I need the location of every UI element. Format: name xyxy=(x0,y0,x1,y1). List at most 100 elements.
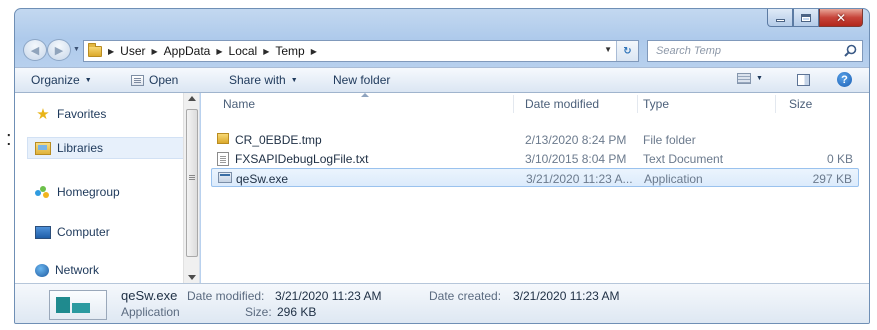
maximize-icon xyxy=(801,13,811,22)
new-folder-label: New folder xyxy=(333,73,391,87)
views-icon xyxy=(737,73,751,84)
column-header-date-modified[interactable]: Date modified xyxy=(525,97,599,111)
scrollbar-grip xyxy=(189,175,195,176)
libraries-icon xyxy=(35,141,51,155)
navigation-bar: ◀ ▶ ▼ ▶ User ▶ AppData ▶ Local ▶ Temp ▶ … xyxy=(21,37,863,63)
back-arrow-icon: ◀ xyxy=(30,44,40,57)
breadcrumb-local[interactable]: Local xyxy=(229,44,258,58)
command-bar: Organize ▼ Open Share with ▼ New folder … xyxy=(15,67,869,93)
organize-label: Organize xyxy=(31,73,80,87)
file-list: Name Date modified Type Size CR_0EBDE.tm… xyxy=(201,93,869,283)
open-label: Open xyxy=(149,73,179,87)
nav-item-label: Computer xyxy=(57,225,110,239)
share-with-button[interactable]: Share with ▼ xyxy=(229,73,298,87)
open-button[interactable]: Open xyxy=(131,73,178,87)
column-header-name[interactable]: Name xyxy=(223,97,255,111)
back-button[interactable]: ◀ xyxy=(23,39,47,61)
file-size: 297 KB xyxy=(812,172,852,186)
nav-item-computer[interactable]: Computer xyxy=(35,225,110,239)
homegroup-icon xyxy=(35,185,51,199)
file-type: File folder xyxy=(643,133,696,147)
file-size: 0 KB xyxy=(826,152,853,166)
file-row[interactable]: FXSAPIDebugLogFile.txt 3/10/2015 8:04 PM… xyxy=(211,149,859,168)
breadcrumb-separator-icon[interactable]: ▶ xyxy=(311,47,317,56)
preview-pane-icon xyxy=(797,74,810,86)
preview-pane-button[interactable] xyxy=(797,74,810,86)
nav-item-homegroup[interactable]: Homegroup xyxy=(35,185,120,199)
details-date-modified-label: Date modified: xyxy=(187,289,265,303)
file-name: qeSw.exe xyxy=(236,172,289,186)
forward-button[interactable]: ▶ xyxy=(47,39,71,61)
maximize-button[interactable] xyxy=(793,9,819,27)
file-date-modified: 3/10/2015 8:04 PM xyxy=(525,152,627,166)
search-placeholder: Search Temp xyxy=(656,45,722,57)
search-box[interactable]: Search Temp xyxy=(647,40,863,62)
file-row-selected[interactable]: qeSw.exe 3/21/2020 11:23 A... Applicatio… xyxy=(211,168,859,187)
column-divider[interactable] xyxy=(637,95,638,113)
navigation-pane: ★ Favorites Libraries Homegroup Computer… xyxy=(15,93,200,283)
column-divider[interactable] xyxy=(513,95,514,113)
minimize-button[interactable] xyxy=(767,9,793,27)
breadcrumb-user[interactable]: User xyxy=(120,44,145,58)
folder-icon xyxy=(88,42,102,57)
breadcrumb-separator-icon[interactable]: ▶ xyxy=(152,47,158,56)
organize-button[interactable]: Organize ▼ xyxy=(31,73,92,87)
caption-buttons: ✕ xyxy=(767,9,863,27)
scrollbar-thumb[interactable] xyxy=(186,109,198,257)
breadcrumb-separator-icon[interactable]: ▶ xyxy=(263,47,269,56)
nav-pane-scrollbar[interactable] xyxy=(183,93,199,283)
file-thumbnail xyxy=(49,290,107,320)
column-header-size[interactable]: Size xyxy=(789,97,812,111)
column-header-row: Name Date modified Type Size xyxy=(201,93,869,115)
column-header-type[interactable]: Type xyxy=(643,97,669,111)
help-button[interactable]: ? xyxy=(837,72,852,87)
application-icon xyxy=(218,172,232,183)
nav-item-label: Homegroup xyxy=(57,185,120,199)
file-name: CR_0EBDE.tmp xyxy=(235,133,322,147)
help-icon: ? xyxy=(837,72,852,87)
details-date-created-value: 3/21/2020 11:23 AM xyxy=(513,289,620,303)
column-divider[interactable] xyxy=(775,95,776,113)
chevron-down-icon: ▼ xyxy=(756,75,763,82)
new-folder-button[interactable]: New folder xyxy=(333,73,390,87)
address-dropdown-icon[interactable]: ▼ xyxy=(604,45,612,54)
details-date-created-label: Date created: xyxy=(429,289,502,303)
file-row[interactable]: CR_0EBDE.tmp 2/13/2020 8:24 PM File fold… xyxy=(211,130,859,149)
breadcrumb-separator-icon[interactable]: ▶ xyxy=(108,47,114,56)
details-file-kind: Application xyxy=(121,305,180,319)
minimize-icon xyxy=(775,19,785,22)
recent-pages-dropdown[interactable]: ▼ xyxy=(73,46,80,53)
chevron-down-icon: ▼ xyxy=(290,76,298,84)
open-icon xyxy=(131,74,144,86)
nav-item-favorites[interactable]: ★ Favorites xyxy=(35,107,107,122)
details-pane: qeSw.exe Application Date modified: 3/21… xyxy=(15,283,869,323)
details-date-modified-value: 3/21/2020 11:23 AM xyxy=(275,289,382,303)
breadcrumb-appdata[interactable]: AppData xyxy=(164,44,211,58)
nav-item-label: Network xyxy=(55,263,100,277)
scroll-up-icon[interactable] xyxy=(188,96,196,101)
explorer-window: ✕ ◀ ▶ ▼ ▶ User ▶ AppData ▶ Local ▶ Temp … xyxy=(14,8,870,324)
file-date-modified: 2/13/2020 8:24 PM xyxy=(525,133,627,147)
nav-item-label: Favorites xyxy=(57,107,107,121)
network-icon xyxy=(35,263,49,277)
breadcrumb-temp[interactable]: Temp xyxy=(275,44,304,58)
computer-icon xyxy=(35,225,51,239)
close-button[interactable]: ✕ xyxy=(819,9,863,27)
nav-item-network[interactable]: Network xyxy=(35,263,99,277)
refresh-button[interactable]: ↻ xyxy=(616,41,638,61)
close-icon: ✕ xyxy=(835,10,847,25)
details-size-value: 296 KB xyxy=(277,305,317,319)
search-icon[interactable] xyxy=(844,44,857,57)
folder-icon xyxy=(217,133,229,144)
file-name: FXSAPIDebugLogFile.txt xyxy=(235,152,369,166)
forward-arrow-icon: ▶ xyxy=(54,44,64,57)
file-type: Text Document xyxy=(643,152,724,166)
text-file-icon xyxy=(217,152,229,166)
scroll-down-icon[interactable] xyxy=(188,275,196,280)
file-type: Application xyxy=(644,172,703,186)
change-view-button[interactable]: ▼ xyxy=(737,73,763,84)
breadcrumb-separator-icon[interactable]: ▶ xyxy=(216,47,222,56)
address-bar[interactable]: ▶ User ▶ AppData ▶ Local ▶ Temp ▶ ▼ ↻ xyxy=(83,40,639,62)
details-file-name: qeSw.exe xyxy=(121,288,178,303)
nav-item-libraries[interactable]: Libraries xyxy=(35,141,103,155)
